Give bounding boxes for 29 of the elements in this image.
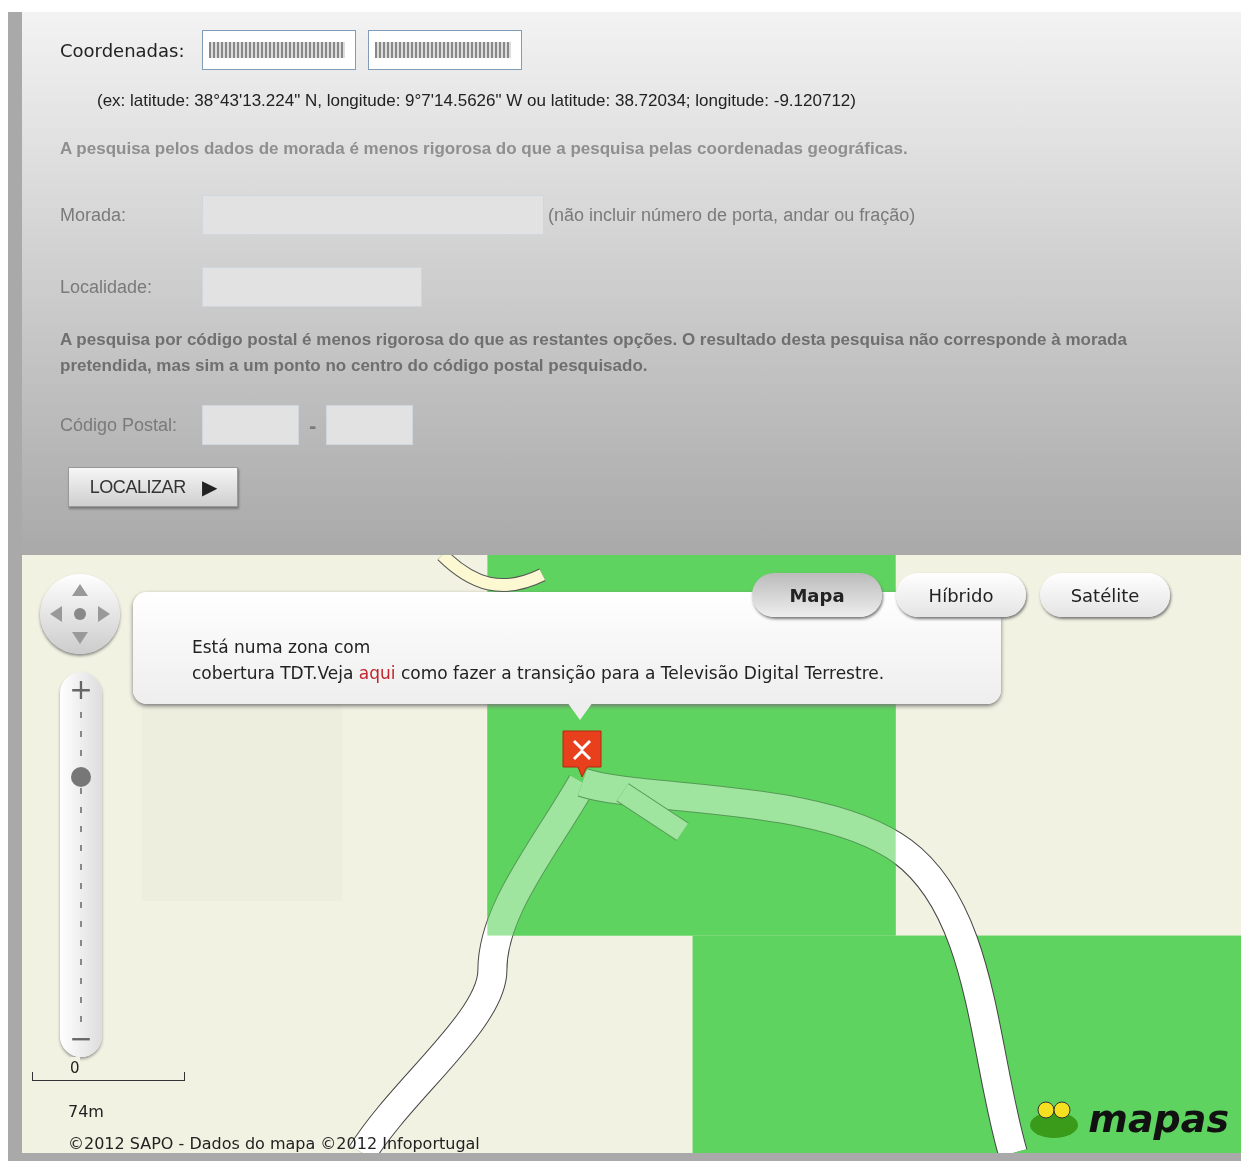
zoom-slider[interactable]: + − bbox=[60, 672, 102, 1057]
frog-icon bbox=[1028, 1099, 1081, 1139]
scale-label: 74m bbox=[68, 1101, 104, 1123]
field-label: Coordenadas: bbox=[60, 38, 186, 63]
input-field[interactable] bbox=[202, 30, 356, 70]
arrows-icon bbox=[48, 582, 112, 646]
zoom-in-button[interactable]: + bbox=[60, 674, 102, 706]
slider-thumb[interactable] bbox=[71, 767, 91, 788]
hint-text: (não incluir número de porta, andar ou fração) bbox=[548, 203, 916, 227]
masked-value-icon bbox=[375, 42, 511, 58]
logo-text: mapas bbox=[1088, 1100, 1229, 1138]
map-type-button[interactable]: Híbrido bbox=[896, 573, 1026, 617]
locate-button[interactable]: LOCALIZAR ▶ bbox=[68, 467, 238, 507]
popup-pointer-icon bbox=[567, 702, 593, 722]
note-text: A pesquisa por código postal é menos rigorosa do que as restantes opções. O resultado desta pesquisa não corresponde à morada pretendida, mas sim a um ponto no centro do código postal pesquisado. bbox=[60, 329, 1128, 377]
field-label: Morada: bbox=[60, 203, 128, 227]
map-type-button[interactable]: Mapa bbox=[752, 573, 882, 617]
example-text: (ex: latitude: 38°43'13.224" N, longitude: 9°7'14.5626" W ou latitude: 38.72034; longitude: -9.120712) bbox=[97, 90, 857, 112]
popup-text: Está numa zona com cobertura TDT.Veja aqui como fazer a transição para a Televisão Digital Terrestre. bbox=[192, 636, 886, 685]
separator-text: - bbox=[309, 411, 317, 440]
input-field[interactable] bbox=[368, 30, 522, 70]
map-type-button[interactable]: Satélite bbox=[1040, 573, 1170, 617]
field-label: Localidade: bbox=[60, 275, 154, 299]
zoom-out-button[interactable]: − bbox=[60, 1023, 102, 1055]
field-label: Código Postal: bbox=[60, 413, 179, 437]
note-text: A pesquisa pelos dados de morada é menos rigorosa do que a pesquisa pelas coordenadas geográficas. bbox=[60, 137, 909, 160]
masked-value-icon bbox=[209, 42, 345, 58]
map-marker-icon bbox=[561, 729, 603, 779]
here-link[interactable]: aqui bbox=[358, 663, 396, 683]
